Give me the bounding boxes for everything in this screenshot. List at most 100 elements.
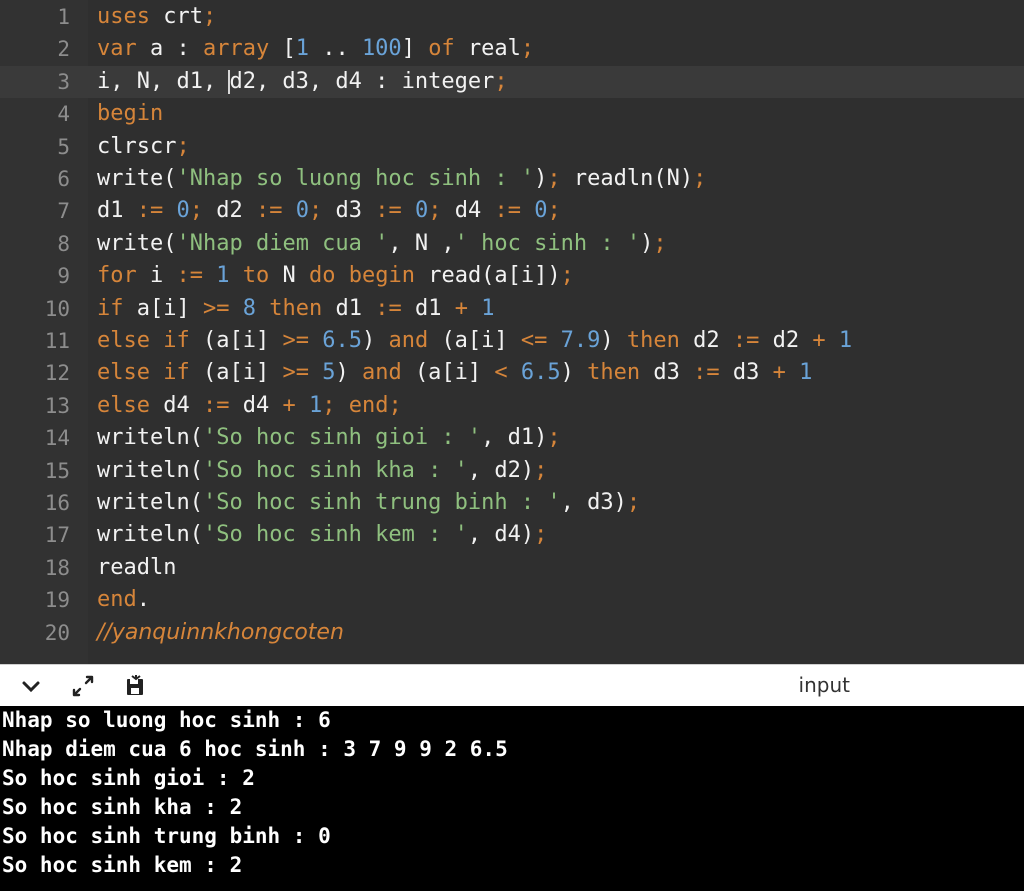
code-token: + bbox=[812, 328, 839, 353]
code-text[interactable]: writeln('So hoc sinh kha : ', d2); bbox=[97, 455, 547, 487]
code-text[interactable]: writeln('So hoc sinh trung binh : ', d3)… bbox=[97, 487, 640, 519]
code-token: ' hoc sinh : ' bbox=[454, 230, 641, 256]
code-text[interactable]: for i := 1 to N do begin read(a[i]); bbox=[97, 260, 574, 292]
expand-icon[interactable] bbox=[68, 671, 98, 701]
code-line[interactable]: 6 write('Nhap so luong hoc sinh : '); rea… bbox=[0, 163, 1024, 195]
code-token: 6.5 bbox=[322, 328, 362, 353]
code-text[interactable]: writeln('So hoc sinh kem : ', d4); bbox=[97, 519, 547, 551]
line-number: 16 bbox=[44, 491, 70, 515]
code-text[interactable]: write('Nhap diem cua ', N ,' hoc sinh : … bbox=[97, 228, 667, 260]
code-editor[interactable]: 1 uses crt; 2 var a : array [1 .. 100] of r… bbox=[0, 0, 1024, 664]
code-text[interactable]: end. bbox=[97, 584, 150, 616]
code-text[interactable]: var a : array [1 .. 100] of real; bbox=[97, 33, 534, 65]
code-token: ; bbox=[520, 36, 535, 62]
code-text[interactable]: begin bbox=[97, 98, 163, 130]
code-token: .. bbox=[308, 36, 362, 62]
code-token: real bbox=[467, 36, 521, 62]
code-text[interactable]: else if (a[i] >= 5) and (a[i] < 6.5) the… bbox=[97, 357, 812, 389]
line-number: 7 bbox=[57, 199, 70, 224]
code-line[interactable]: 12 else if (a[i] >= 5) and (a[i] < 6.5) t… bbox=[0, 357, 1024, 389]
code-line[interactable]: 7 d1 := 0; d2 := 0; d3 := 0; d4 := 0; bbox=[0, 195, 1024, 227]
code-line[interactable]: 13 else d4 := d4 + 1; end; bbox=[0, 390, 1024, 422]
code-line[interactable]: 18 readln bbox=[0, 552, 1024, 584]
code-token: ; bbox=[428, 198, 442, 224]
code-token: >= bbox=[202, 295, 243, 321]
chevron-down-icon[interactable] bbox=[16, 671, 46, 701]
code-text[interactable]: d1 := 0; d2 := 0; d3 := 0; d4 := 0; bbox=[97, 195, 561, 227]
code-token: for bbox=[97, 263, 150, 289]
code-token: then bbox=[269, 295, 336, 321]
code-token: ) bbox=[361, 328, 389, 353]
code-token: d1 bbox=[335, 295, 376, 321]
code-token: write( bbox=[97, 166, 177, 191]
code-line[interactable]: 5 clrscr; bbox=[0, 131, 1024, 163]
line-number: 20 bbox=[44, 620, 70, 645]
code-token: N bbox=[282, 263, 309, 289]
code-line[interactable]: 15 writeln('So hoc sinh kha : ', d2); bbox=[0, 455, 1024, 487]
code-token: and bbox=[388, 328, 442, 353]
code-token: else if bbox=[97, 360, 203, 386]
code-line[interactable]: 8 write('Nhap diem cua ', N ,' hoc sinh :… bbox=[0, 228, 1024, 260]
code-token: ; bbox=[202, 4, 217, 29]
code-token: ; bbox=[560, 263, 574, 289]
code-token: d2 bbox=[693, 328, 733, 353]
code-token: := bbox=[202, 392, 243, 418]
line-number: 11 bbox=[44, 329, 70, 353]
code-token: uses bbox=[97, 4, 164, 29]
code-token: (a[i] bbox=[414, 360, 495, 386]
code-token: >= bbox=[282, 360, 323, 386]
code-token: >= bbox=[282, 328, 323, 353]
code-line[interactable]: 14 writeln('So hoc sinh gioi : ', d1); bbox=[0, 422, 1024, 454]
code-line[interactable]: 1 uses crt; bbox=[0, 1, 1024, 33]
code-token: , d1) bbox=[481, 425, 548, 451]
code-line[interactable]: 17 writeln('So hoc sinh kem : ', d4); bbox=[0, 519, 1024, 551]
code-text[interactable]: //yanquinnkhongcoten bbox=[97, 617, 344, 649]
line-number: 2 bbox=[57, 37, 70, 62]
code-token: . bbox=[136, 587, 150, 613]
console-output-line: So hoc sinh trung binh : 0 bbox=[2, 824, 331, 848]
line-number: 18 bbox=[44, 555, 70, 580]
code-line[interactable]: 11 else if (a[i] >= 6.5) and (a[i] <= 7.9… bbox=[0, 325, 1024, 357]
code-text[interactable]: uses crt; bbox=[97, 1, 216, 33]
code-line[interactable]: 19 end. bbox=[0, 584, 1024, 616]
code-line[interactable]: 10 if a[i] >= 8 then d1 := d1 + 1 bbox=[0, 293, 1024, 325]
code-token: d4 bbox=[242, 392, 283, 418]
code-text[interactable]: i, N, d1, d2, d3, d4 : integer; bbox=[97, 66, 508, 98]
code-token: 0 bbox=[414, 198, 429, 224]
code-token: 1 bbox=[295, 36, 309, 62]
code-text[interactable]: write('Nhap so luong hoc sinh : '); read… bbox=[97, 163, 706, 195]
code-token: 'Nhap so luong hoc sinh : ' bbox=[176, 166, 535, 191]
code-text[interactable]: writeln('So hoc sinh gioi : ', d1); bbox=[97, 422, 561, 454]
code-token: 0 bbox=[534, 198, 548, 224]
code-line[interactable]: 16 writeln('So hoc sinh trung binh : ', d… bbox=[0, 487, 1024, 519]
code-line[interactable]: 3 i, N, d1, d2, d3, d4 : integer; bbox=[0, 65, 1024, 98]
code-text[interactable]: else d4 := d4 + 1; end; bbox=[97, 390, 402, 422]
code-token: var bbox=[97, 36, 150, 62]
code-text[interactable]: clrscr; bbox=[97, 131, 190, 163]
console-output-line: Nhap so luong hoc sinh : 6 bbox=[2, 708, 331, 732]
code-token: ) bbox=[640, 230, 654, 256]
code-line[interactable]: 4 begin bbox=[0, 98, 1024, 130]
code-token: , d4) bbox=[467, 522, 535, 548]
code-text[interactable]: if a[i] >= 8 then d1 := d1 + 1 bbox=[97, 293, 494, 325]
line-number: 4 bbox=[57, 102, 70, 127]
code-text[interactable]: else if (a[i] >= 6.5) and (a[i] <= 7.9) … bbox=[97, 325, 852, 357]
code-token: 1 bbox=[838, 328, 853, 353]
code-token: < bbox=[494, 360, 521, 386]
code-line[interactable]: 2 var a : array [1 .. 100] of real; bbox=[0, 33, 1024, 65]
console-output-line: So hoc sinh gioi : 2 bbox=[2, 766, 255, 790]
line-number: 17 bbox=[44, 523, 70, 548]
line-number: 19 bbox=[44, 588, 70, 613]
code-token: do begin bbox=[308, 263, 429, 289]
line-number: 15 bbox=[44, 458, 70, 483]
code-token: d4 bbox=[441, 198, 495, 224]
code-line[interactable]: 9 for i := 1 to N do begin read(a[i]); bbox=[0, 260, 1024, 292]
line-number: 14 bbox=[44, 426, 70, 451]
line-number: 1 bbox=[57, 5, 70, 29]
input-label[interactable]: input bbox=[799, 673, 850, 697]
code-token: read(a[i]) bbox=[428, 263, 561, 289]
code-token: := bbox=[693, 360, 733, 386]
save-icon[interactable] bbox=[120, 671, 150, 701]
code-text[interactable]: readln bbox=[97, 552, 176, 584]
code-line[interactable]: 20 //yanquinnkhongcoten bbox=[0, 617, 1024, 649]
